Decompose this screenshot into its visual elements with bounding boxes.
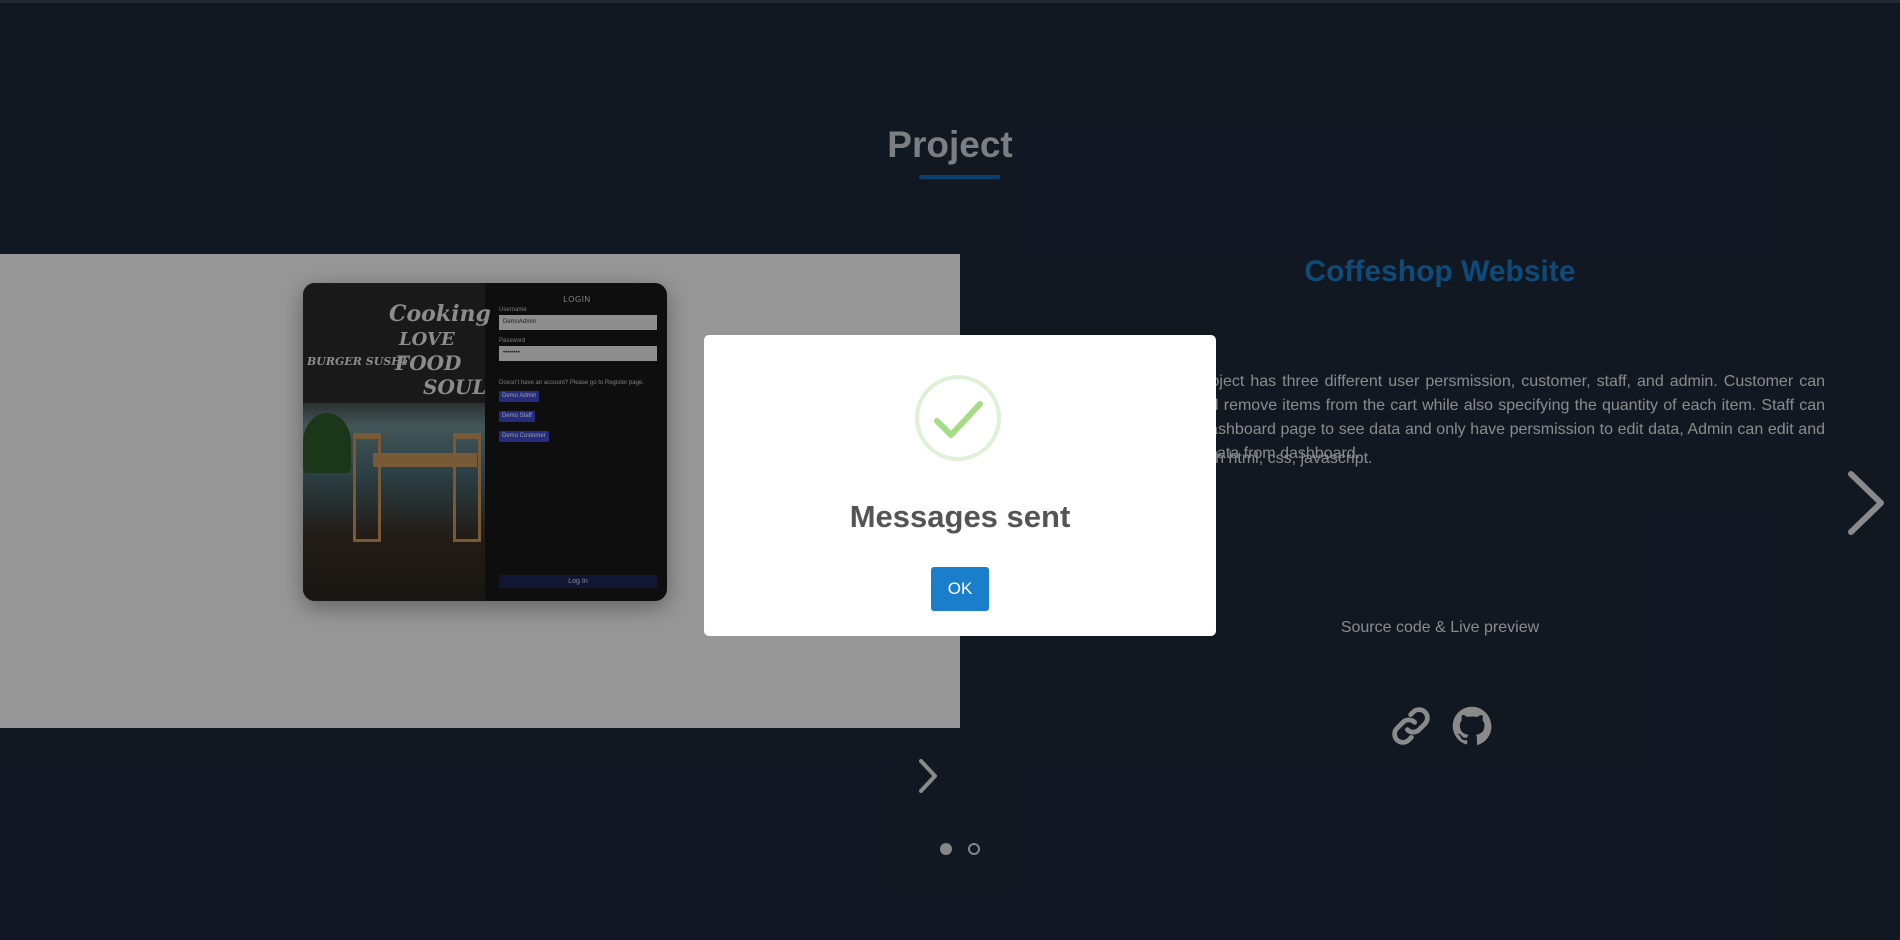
success-check-icon bbox=[915, 375, 1001, 461]
modal-title: Messages sent bbox=[849, 499, 1071, 534]
ok-button[interactable]: OK bbox=[931, 567, 989, 611]
success-modal: Messages sent OK bbox=[704, 335, 1216, 636]
